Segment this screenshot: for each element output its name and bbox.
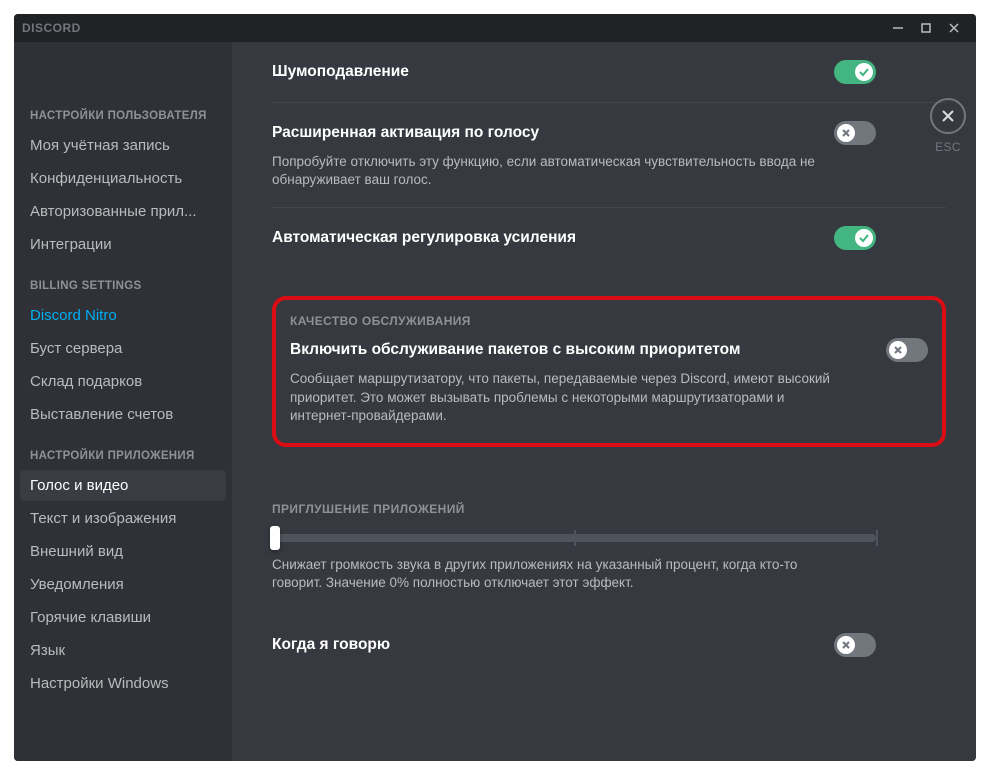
sidebar-item-windows[interactable]: Настройки Windows	[20, 668, 226, 699]
setting-desc: Попробуйте отключить эту функцию, если а…	[272, 153, 832, 189]
setting-desc: Снижает громкость звука в других приложе…	[272, 556, 832, 592]
toggle-when-i-speak[interactable]	[834, 633, 876, 657]
app-body: НАСТРОЙКИ ПОЛЬЗОВАТЕЛЯ Моя учётная запис…	[14, 42, 976, 761]
x-icon	[892, 344, 904, 356]
section-heading-attenuation: ПРИГЛУШЕНИЕ ПРИЛОЖЕНИЙ	[272, 502, 876, 516]
toggle-knob	[837, 124, 855, 142]
setting-title: Шумоподавление	[272, 63, 834, 81]
settings-sidebar: НАСТРОЙКИ ПОЛЬЗОВАТЕЛЯ Моя учётная запис…	[14, 42, 232, 761]
check-icon	[858, 232, 870, 244]
minimize-icon	[892, 22, 904, 34]
settings-content: ESC Шумоподавление Расширенная активация…	[232, 42, 976, 761]
setting-attenuation: ПРИГЛУШЕНИЕ ПРИЛОЖЕНИЙ Снижает громкость…	[272, 502, 946, 592]
window-maximize-button[interactable]	[912, 18, 940, 38]
setting-title: Расширенная активация по голосу	[272, 124, 834, 142]
esc-label: ESC	[935, 140, 961, 154]
sidebar-item-text-images[interactable]: Текст и изображения	[20, 503, 226, 534]
sidebar-item-account[interactable]: Моя учётная запись	[20, 130, 226, 161]
setting-title: Когда я говорю	[272, 636, 834, 654]
sidebar-item-voice-video[interactable]: Голос и видео	[20, 470, 226, 501]
check-icon	[858, 66, 870, 78]
window-minimize-button[interactable]	[884, 18, 912, 38]
close-settings: ESC	[930, 98, 966, 154]
sidebar-section-title: НАСТРОЙКИ ПРИЛОЖЕНИЯ	[20, 432, 226, 468]
x-icon	[840, 639, 852, 651]
sidebar-item-nitro[interactable]: Discord Nitro	[20, 300, 226, 331]
close-settings-button[interactable]	[930, 98, 966, 134]
slider-handle[interactable]	[270, 526, 280, 550]
setting-desc: Сообщает маршрутизатору, что пакеты, пер…	[290, 370, 830, 425]
setting-title: Автоматическая регулировка усиления	[272, 229, 834, 247]
setting-automatic-gain-control: Автоматическая регулировка усиления	[272, 208, 946, 268]
toggle-knob	[837, 636, 855, 654]
sidebar-item-billing[interactable]: Выставление счетов	[20, 399, 226, 430]
sidebar-section-title: НАСТРОЙКИ ПОЛЬЗОВАТЕЛЯ	[20, 92, 226, 128]
sidebar-section-title: BILLING SETTINGS	[20, 262, 226, 298]
sidebar-item-appearance[interactable]: Внешний вид	[20, 536, 226, 567]
app-window: DISCORD НАСТРОЙКИ ПОЛЬЗОВАТЕЛЯ Моя учётн…	[14, 14, 976, 761]
sidebar-item-authorized-apps[interactable]: Авторизованные прил...	[20, 196, 226, 227]
section-heading-qos: КАЧЕСТВО ОБСЛУЖИВАНИЯ	[290, 314, 928, 328]
toggle-advanced-voice-activation[interactable]	[834, 121, 876, 145]
attenuation-slider[interactable]	[272, 534, 876, 542]
sidebar-item-boost[interactable]: Буст сервера	[20, 333, 226, 364]
toggle-knob	[855, 63, 873, 81]
setting-title: Включить обслуживание пакетов с высоким …	[290, 341, 886, 359]
sidebar-item-keybinds[interactable]: Горячие клавиши	[20, 602, 226, 633]
toggle-knob	[855, 229, 873, 247]
close-icon	[940, 108, 956, 124]
toggle-automatic-gain-control[interactable]	[834, 226, 876, 250]
setting-noise-suppression: Шумоподавление	[272, 42, 946, 103]
sidebar-item-notifications[interactable]: Уведомления	[20, 569, 226, 600]
window-close-button[interactable]	[940, 18, 968, 38]
toggle-qos[interactable]	[886, 338, 928, 362]
setting-qos-highlighted: КАЧЕСТВО ОБСЛУЖИВАНИЯ Включить обслужива…	[272, 296, 946, 447]
toggle-knob	[889, 341, 907, 359]
x-icon	[840, 127, 852, 139]
sidebar-item-gifts[interactable]: Склад подарков	[20, 366, 226, 397]
titlebar: DISCORD	[14, 14, 976, 42]
close-icon	[948, 22, 960, 34]
slider-notch	[876, 530, 878, 546]
sidebar-item-language[interactable]: Язык	[20, 635, 226, 666]
toggle-noise-suppression[interactable]	[834, 60, 876, 84]
sidebar-item-privacy[interactable]: Конфиденциальность	[20, 163, 226, 194]
slider-notch	[574, 530, 576, 546]
maximize-icon	[920, 22, 932, 34]
setting-advanced-voice-activation: Расширенная активация по голосу Попробуй…	[272, 103, 946, 208]
setting-when-i-speak: Когда я говорю	[272, 633, 946, 657]
app-brand: DISCORD	[22, 21, 884, 35]
sidebar-item-integrations[interactable]: Интеграции	[20, 229, 226, 260]
